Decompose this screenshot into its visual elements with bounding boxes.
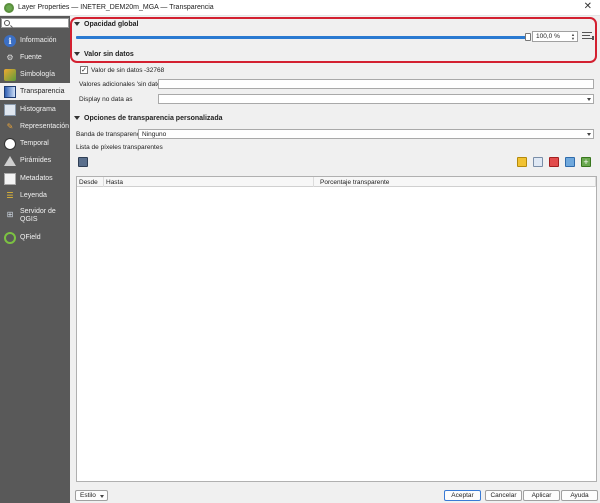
no-data-header[interactable]: Valor sin datos (72, 49, 134, 59)
sidebar-item-representacion[interactable]: ✎ Representación (0, 118, 70, 135)
collapse-icon (74, 22, 80, 26)
custom-transparency-header[interactable]: Opciones de transparencia personalizada (72, 113, 223, 123)
sidebar-item-label: Temporal (20, 140, 49, 147)
qgis-logo-icon (4, 2, 14, 13)
collapse-icon (74, 52, 80, 56)
transparency-icon (4, 85, 16, 98)
opacity-value: 100,0 % (536, 33, 560, 40)
sidebar-item-label: Fuente (20, 54, 42, 61)
style-menu-button[interactable]: Estilo (75, 490, 108, 501)
collapse-icon (74, 116, 80, 120)
histogram-icon (4, 103, 16, 116)
spin-arrows-icon[interactable]: ▲ ▼ (570, 33, 576, 41)
ok-button[interactable]: Aceptar (444, 490, 481, 501)
pixel-list-label: Lista de píxeles transparentes (76, 144, 163, 151)
export-icon[interactable] (565, 157, 575, 167)
window-title: Layer Properties — INETER_DEM20m_MGA — T… (18, 4, 214, 11)
symbology-icon (4, 68, 16, 81)
sidebar-item-label: Pirámides (20, 157, 52, 164)
sidebar-item-simbologia[interactable]: Simbología (0, 66, 70, 83)
folder-open-icon[interactable] (517, 157, 527, 167)
transparency-band-label: Banda de transparencia (76, 131, 146, 138)
column-header[interactable]: Hasta (104, 177, 314, 187)
display-nodata-label: Display no data as (79, 96, 133, 103)
sidebar-item-label: Servidor de QGIS (20, 208, 56, 223)
additional-nodata-label: Valores adicionales 'sin dato' (79, 81, 162, 88)
remove-icon[interactable] (549, 157, 559, 167)
sidebar-item-label: Metadatos (20, 175, 53, 182)
sidebar-item-label: Información (20, 37, 57, 44)
highlight-annotation (70, 17, 597, 63)
table-icon[interactable] (533, 157, 543, 167)
sidebar-item-fuente[interactable]: ⚙ Fuente (0, 49, 70, 66)
sidebar: i Información ⚙ Fuente Simbología Transp… (0, 16, 70, 503)
sidebar-item-metadatos[interactable]: Metadatos (0, 170, 70, 187)
sidebar-item-histograma[interactable]: Histograma (0, 101, 70, 118)
nodata-checkbox-label: Valor de sin datos (91, 67, 143, 74)
sidebar-item-label: Transparencia (20, 88, 65, 95)
transparent-pixel-table[interactable]: Desde Hasta Porcentaje transparente (76, 176, 597, 482)
display-nodata-color[interactable] (158, 94, 594, 104)
sidebar-item-informacion[interactable]: i Información (0, 32, 70, 49)
clock-icon (4, 137, 16, 150)
legend-icon: ☰ (6, 191, 14, 200)
dropdown-arrow-icon (587, 98, 591, 101)
transparency-band-value: Ninguno (142, 130, 167, 138)
sidebar-item-label: Representación (20, 123, 70, 130)
section-title: Opciones de transparencia personalizada (84, 114, 223, 122)
section-title: Opacidad global (84, 20, 139, 28)
column-header[interactable]: Porcentaje transparente (314, 177, 596, 187)
pick-from-canvas-icon[interactable] (78, 157, 88, 167)
close-icon[interactable]: ✕ (584, 1, 592, 12)
opacity-slider[interactable] (76, 36, 528, 39)
cancel-button[interactable]: Cancelar (485, 490, 522, 501)
metadata-icon (4, 172, 16, 185)
sidebar-item-label: QField (20, 234, 41, 241)
additional-nodata-input[interactable] (158, 79, 594, 89)
sidebar-item-leyenda[interactable]: ☰ Leyenda (0, 187, 70, 204)
sidebar-item-label: Simbología (20, 71, 56, 78)
sidebar-item-qfield[interactable]: QField (0, 229, 70, 246)
dialog-button-bar: Estilo Aceptar Cancelar Aplicar Ayuda (70, 487, 600, 503)
section-title: Valor sin datos (84, 50, 134, 58)
sidebar-item-piramides[interactable]: Pirámides (0, 152, 70, 169)
qfield-icon (4, 231, 16, 244)
rendering-icon: ✎ (6, 122, 14, 131)
info-icon: i (4, 34, 16, 47)
global-opacity-header[interactable]: Opacidad global (72, 19, 138, 29)
sidebar-item-label: Leyenda (20, 192, 47, 199)
search-icon (4, 20, 10, 26)
table-header: Desde Hasta Porcentaje transparente (77, 177, 596, 187)
opacity-spinbox[interactable]: 100,0 % ▲ ▼ (532, 31, 578, 42)
source-icon: ⚙ (6, 53, 14, 62)
dropdown-arrow-icon (100, 495, 104, 498)
dropdown-arrow-icon (587, 133, 591, 136)
title-bar: Layer Properties — INETER_DEM20m_MGA — T… (0, 0, 600, 16)
pyramid-icon (4, 155, 16, 166)
help-button[interactable]: Ayuda (561, 490, 598, 501)
add-icon[interactable]: + (581, 157, 591, 167)
nodata-value: -32768 (144, 67, 165, 74)
sidebar-item-temporal[interactable]: Temporal (0, 135, 70, 152)
search-field[interactable] (1, 18, 69, 28)
sidebar-item-servidor-qgis[interactable]: ⊞ Servidor de QGIS (0, 206, 70, 230)
style-button-label: Estilo (80, 492, 96, 499)
sidebar-item-transparencia[interactable]: Transparencia (0, 83, 70, 100)
transparency-band-select[interactable]: Ninguno (138, 129, 594, 139)
main-panel: Opacidad global 100,0 % ▲ ▼ Valor sin dat… (70, 16, 600, 487)
column-header[interactable]: Desde (77, 177, 104, 187)
opacity-slider-handle[interactable] (525, 33, 531, 41)
apply-button[interactable]: Aplicar (523, 490, 560, 501)
nodata-checkbox[interactable]: ✓ (80, 66, 88, 74)
server-icon: ⊞ (6, 209, 14, 219)
data-defined-override-icon[interactable] (581, 30, 595, 42)
sidebar-item-label: Histograma (20, 106, 56, 113)
